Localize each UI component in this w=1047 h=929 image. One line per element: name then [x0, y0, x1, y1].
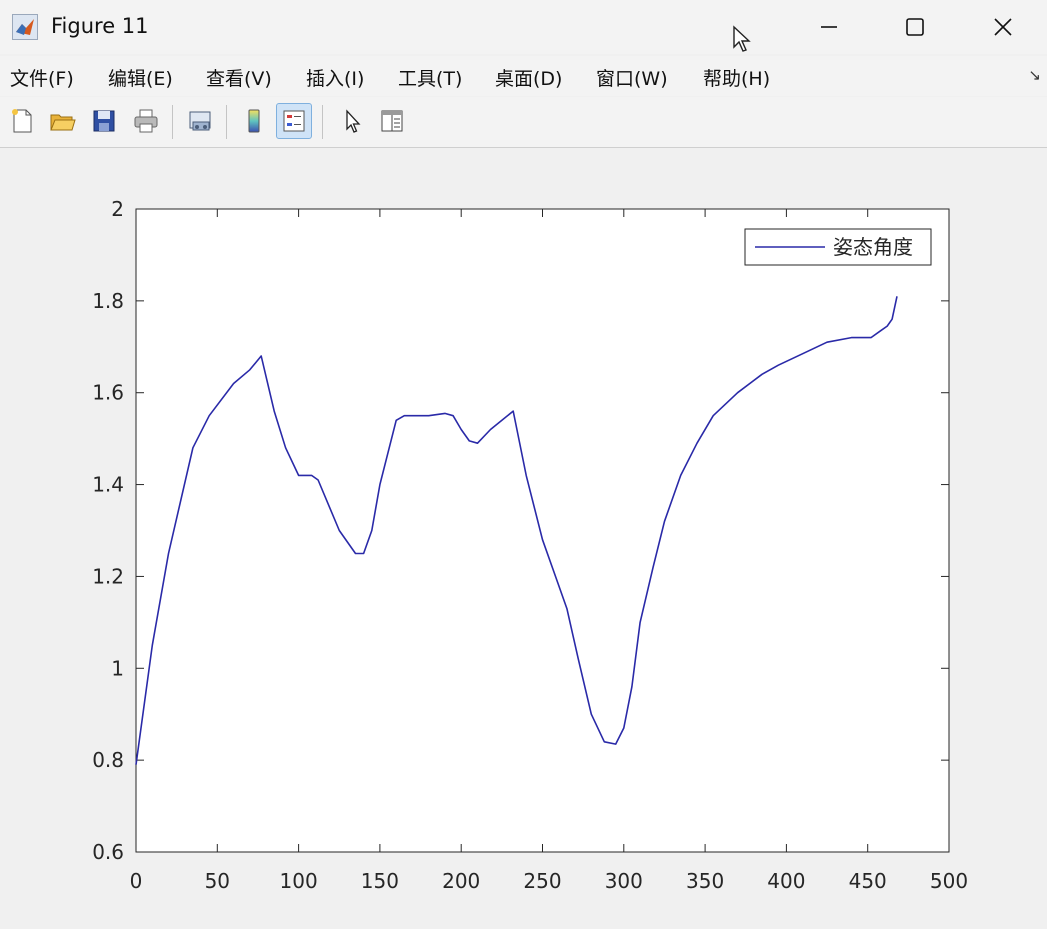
menu-edit[interactable]: 编辑(E) — [108, 64, 173, 91]
save-button[interactable] — [86, 103, 122, 139]
minimize-icon — [821, 26, 837, 28]
y-tick-label: 1.2 — [92, 564, 124, 588]
colorbar-icon — [248, 109, 260, 133]
close-button[interactable] — [960, 0, 1046, 54]
x-tick-label: 300 — [605, 869, 643, 893]
menu-tools[interactable]: 工具(T) — [398, 64, 462, 91]
menu-desktop[interactable]: 桌面(D) — [495, 64, 562, 91]
menu-bar: 文件(F) 编辑(E) 查看(V) 插入(I) 工具(T) 桌面(D) 窗口(W… — [0, 56, 1047, 96]
legend-button[interactable] — [276, 103, 312, 139]
print-icon — [134, 109, 158, 133]
x-tick-label: 200 — [442, 869, 480, 893]
new-figure-button[interactable] — [4, 103, 40, 139]
x-tick-label: 50 — [205, 869, 230, 893]
open-file-button[interactable] — [44, 103, 80, 139]
link-plot-button[interactable] — [182, 103, 218, 139]
new-figure-icon — [12, 109, 32, 133]
axes-box — [135, 208, 950, 853]
link-plot-icon — [189, 111, 211, 131]
x-tick-label: 350 — [686, 869, 724, 893]
maximize-icon — [906, 18, 924, 36]
menu-file[interactable]: 文件(F) — [10, 64, 74, 91]
figure-canvas[interactable]: 0 50 100 150 200 250 300 350 400 450 500 0.6 0.8 1 1.2… — [0, 148, 1047, 929]
y-tick-label: 1 — [111, 656, 124, 680]
maximize-button[interactable] — [872, 0, 958, 54]
open-file-icon — [50, 114, 76, 131]
x-tick-label: 100 — [280, 869, 318, 893]
dock-arrow-icon[interactable]: ↘ — [1028, 66, 1041, 84]
legend-icon — [283, 110, 305, 132]
minimize-button[interactable] — [786, 0, 872, 54]
x-tick-label: 0 — [130, 869, 143, 893]
save-icon — [93, 110, 115, 132]
window-title: Figure 11 — [51, 14, 149, 38]
mouse-cursor-icon — [733, 25, 751, 52]
menu-insert[interactable]: 插入(I) — [306, 64, 364, 91]
y-tick-label: 1.8 — [92, 289, 124, 313]
figure-toolbar — [0, 97, 1047, 148]
edit-plot-button[interactable] — [334, 103, 370, 139]
x-tick-label: 150 — [361, 869, 399, 893]
y-tick-label: 0.6 — [92, 840, 124, 864]
legend-label: 姿态角度 — [833, 235, 913, 259]
colorbar-button[interactable] — [236, 103, 272, 139]
property-inspector-button[interactable] — [374, 103, 410, 139]
menu-help[interactable]: 帮助(H) — [703, 64, 770, 91]
y-tick-label: 1.4 — [92, 473, 124, 497]
y-tick-label: 1.6 — [92, 381, 124, 405]
line-chart: 0 50 100 150 200 250 300 350 400 450 500 0.6 0.8 1 1.2… — [92, 197, 968, 893]
x-tick-label: 450 — [849, 869, 887, 893]
x-tick-label: 500 — [930, 869, 968, 893]
y-tick-label: 0.8 — [92, 748, 124, 772]
title-bar: Figure 11 — [0, 0, 1047, 54]
property-inspector-icon — [381, 110, 403, 132]
edit-plot-cursor-icon — [346, 109, 361, 133]
toolbar-separator — [172, 105, 173, 139]
y-tick-label: 2 — [111, 197, 124, 221]
x-tick-label: 400 — [767, 869, 805, 893]
menu-view[interactable]: 查看(V) — [206, 64, 272, 91]
menu-window[interactable]: 窗口(W) — [596, 64, 668, 91]
close-icon — [994, 18, 1012, 36]
toolbar-separator — [226, 105, 227, 139]
print-button[interactable] — [128, 103, 164, 139]
x-tick-label: 250 — [523, 869, 561, 893]
matlab-figure-icon[interactable] — [12, 14, 38, 40]
toolbar-separator — [322, 105, 323, 139]
